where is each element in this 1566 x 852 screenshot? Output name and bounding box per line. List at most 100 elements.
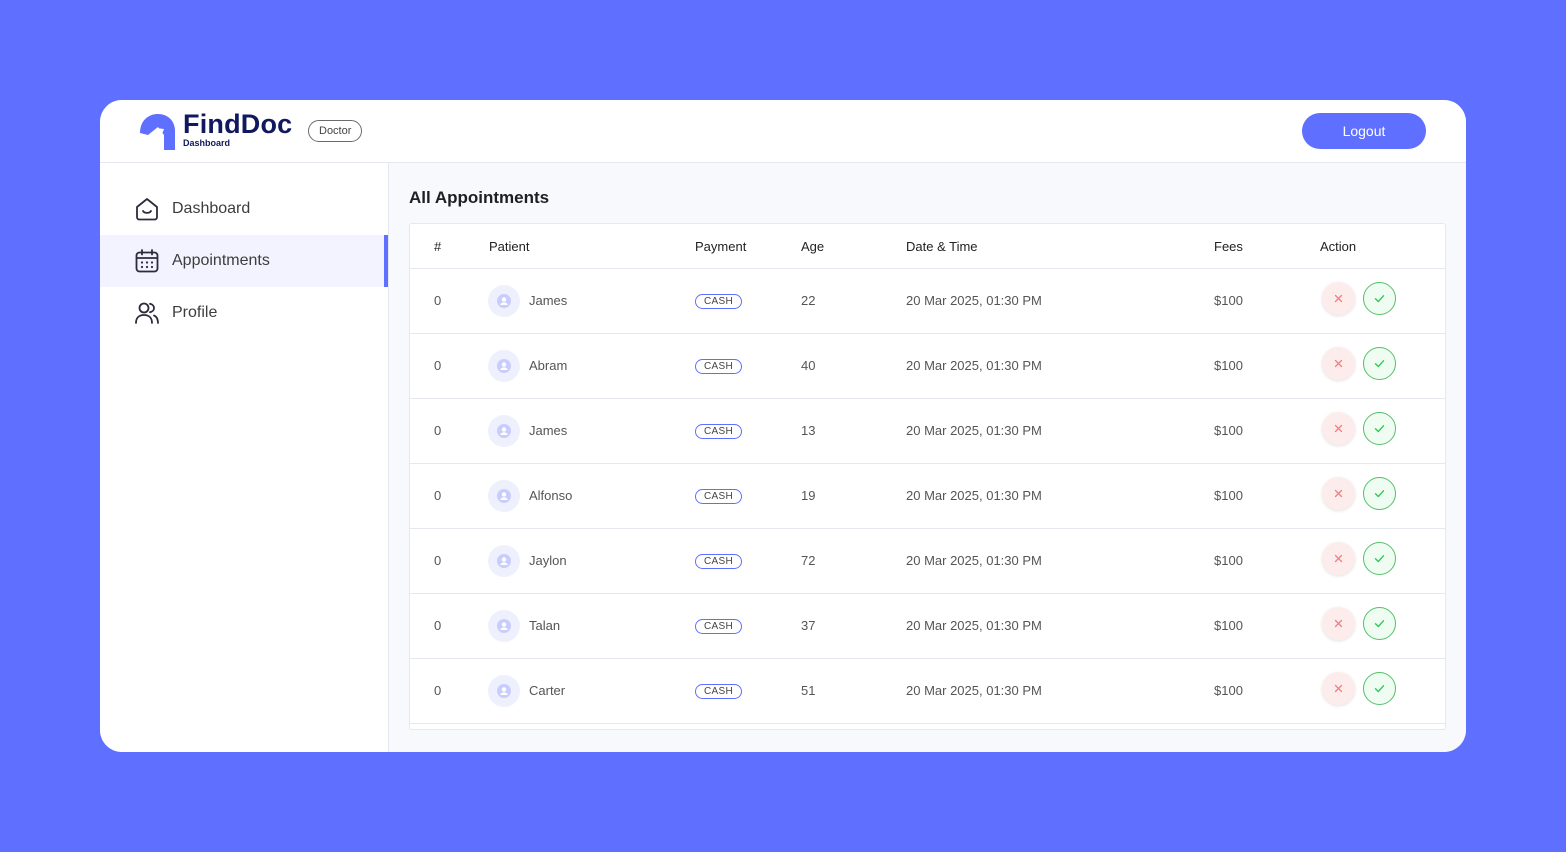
- close-icon: [1334, 359, 1343, 368]
- patient-name: Talan: [529, 618, 561, 633]
- avatar: [488, 545, 520, 577]
- appointment-fees: $100: [1214, 293, 1243, 308]
- patient-age: 51: [801, 683, 816, 698]
- accept-appointment-button[interactable]: [1363, 542, 1396, 575]
- brand-subtitle: Dashboard: [183, 138, 231, 148]
- main-content: All Appointments # Patient Payment Age D…: [389, 163, 1466, 752]
- sidebar: Dashboard Appointments Profile: [100, 163, 389, 752]
- table-row: 0 James CASH 13 20 Mar 2025, 01:30 PM $100: [410, 399, 1445, 464]
- column-header-age: Age: [801, 239, 825, 254]
- user-icon: [497, 554, 511, 568]
- page-title: All Appointments: [409, 188, 550, 207]
- column-header-payment: Payment: [695, 239, 747, 254]
- table-header: # Patient Payment Age Date & Time Fees A…: [410, 224, 1445, 269]
- table-row: 0 Carter CASH 51 20 Mar 2025, 01:30 PM $100: [410, 659, 1445, 724]
- top-bar: FindDoc Dashboard Doctor Logout: [100, 100, 1466, 163]
- table-row: 0 Jaylon CASH 72 20 Mar 2025, 01:30 PM $100: [410, 529, 1445, 594]
- close-icon: [1334, 424, 1343, 433]
- user-icon: [497, 359, 511, 373]
- patient-age: 13: [801, 423, 816, 438]
- avatar: [488, 675, 520, 707]
- payment-badge: CASH: [695, 619, 742, 634]
- sidebar-item-label: Profile: [172, 304, 218, 321]
- patient-name: Jaylon: [529, 553, 567, 568]
- payment-badge: CASH: [695, 424, 742, 439]
- user-icon: [497, 684, 511, 698]
- user-icon: [497, 294, 511, 308]
- row-index: 0: [434, 423, 442, 438]
- sidebar-item-appointments[interactable]: Appointments: [100, 235, 388, 287]
- payment-badge: CASH: [695, 359, 742, 374]
- users-icon: [135, 302, 159, 324]
- table-row: 0 Abram CASH 40 20 Mar 2025, 01:30 PM $100: [410, 334, 1445, 399]
- row-index: 0: [434, 683, 442, 698]
- avatar: [488, 480, 520, 512]
- check-icon: [1374, 295, 1385, 303]
- check-icon: [1374, 555, 1385, 563]
- appointment-fees: $100: [1214, 553, 1243, 568]
- patient-name: Alfonso: [529, 488, 573, 503]
- appointment-datetime: 20 Mar 2025, 01:30 PM: [906, 358, 1042, 373]
- sidebar-item-profile[interactable]: Profile: [100, 287, 388, 339]
- column-header-patient: Patient: [489, 239, 530, 254]
- cancel-appointment-button[interactable]: [1322, 672, 1355, 705]
- table-row: 0 Talan CASH 37 20 Mar 2025, 01:30 PM $100: [410, 594, 1445, 659]
- column-header-fees: Fees: [1214, 239, 1243, 254]
- patient-age: 40: [801, 358, 816, 373]
- close-icon: [1334, 619, 1343, 628]
- close-icon: [1334, 684, 1343, 693]
- cancel-appointment-button[interactable]: [1322, 477, 1355, 510]
- logo-icon: [140, 114, 175, 150]
- sidebar-item-dashboard[interactable]: Dashboard: [100, 183, 388, 235]
- patient-name: Abram: [529, 358, 568, 373]
- cancel-appointment-button[interactable]: [1322, 347, 1355, 380]
- close-icon: [1334, 489, 1343, 498]
- accept-appointment-button[interactable]: [1363, 347, 1396, 380]
- appointments-table: # Patient Payment Age Date & Time Fees A…: [409, 223, 1446, 730]
- column-header-index: #: [434, 239, 442, 254]
- accept-appointment-button[interactable]: [1363, 672, 1396, 705]
- appointment-datetime: 20 Mar 2025, 01:30 PM: [906, 618, 1042, 633]
- row-index: 0: [434, 358, 442, 373]
- avatar: [488, 415, 520, 447]
- row-index: 0: [434, 553, 442, 568]
- avatar: [488, 285, 520, 317]
- patient-name: James: [529, 293, 568, 308]
- patient-name: James: [529, 423, 568, 438]
- check-icon: [1374, 685, 1385, 693]
- table-row: 0 Alfonso CASH 19 20 Mar 2025, 01:30 PM $100: [410, 464, 1445, 529]
- table-row: 0 James CASH 22 20 Mar 2025, 01:30 PM $100: [410, 269, 1445, 334]
- brand-title: FindDoc: [183, 109, 293, 139]
- appointment-datetime: 20 Mar 2025, 01:30 PM: [906, 683, 1042, 698]
- check-icon: [1374, 425, 1385, 433]
- patient-name: Carter: [529, 683, 566, 698]
- accept-appointment-button[interactable]: [1363, 477, 1396, 510]
- patient-age: 72: [801, 553, 816, 568]
- calendar-icon: [135, 249, 159, 273]
- row-index: 0: [434, 293, 442, 308]
- user-icon: [497, 619, 511, 633]
- avatar: [488, 610, 520, 642]
- column-header-action: Action: [1320, 239, 1357, 254]
- column-header-datetime: Date & Time: [906, 239, 978, 254]
- cancel-appointment-button[interactable]: [1322, 542, 1355, 575]
- user-icon: [497, 489, 511, 503]
- payment-badge: CASH: [695, 684, 742, 699]
- cancel-appointment-button[interactable]: [1322, 607, 1355, 640]
- appointment-fees: $100: [1214, 423, 1243, 438]
- accept-appointment-button[interactable]: [1363, 282, 1396, 315]
- app-window: FindDoc Dashboard Doctor Logout Dashboar…: [100, 100, 1466, 752]
- accept-appointment-button[interactable]: [1363, 607, 1396, 640]
- accept-appointment-button[interactable]: [1363, 412, 1396, 445]
- check-icon: [1374, 490, 1385, 498]
- payment-badge: CASH: [695, 489, 742, 504]
- patient-age: 22: [801, 293, 816, 308]
- logout-button[interactable]: Logout: [1302, 113, 1426, 149]
- appointment-datetime: 20 Mar 2025, 01:30 PM: [906, 488, 1042, 503]
- patient-age: 19: [801, 488, 816, 503]
- appointment-datetime: 20 Mar 2025, 01:30 PM: [906, 293, 1042, 308]
- row-index: 0: [434, 618, 442, 633]
- payment-badge: CASH: [695, 554, 742, 569]
- cancel-appointment-button[interactable]: [1322, 412, 1355, 445]
- cancel-appointment-button[interactable]: [1322, 282, 1355, 315]
